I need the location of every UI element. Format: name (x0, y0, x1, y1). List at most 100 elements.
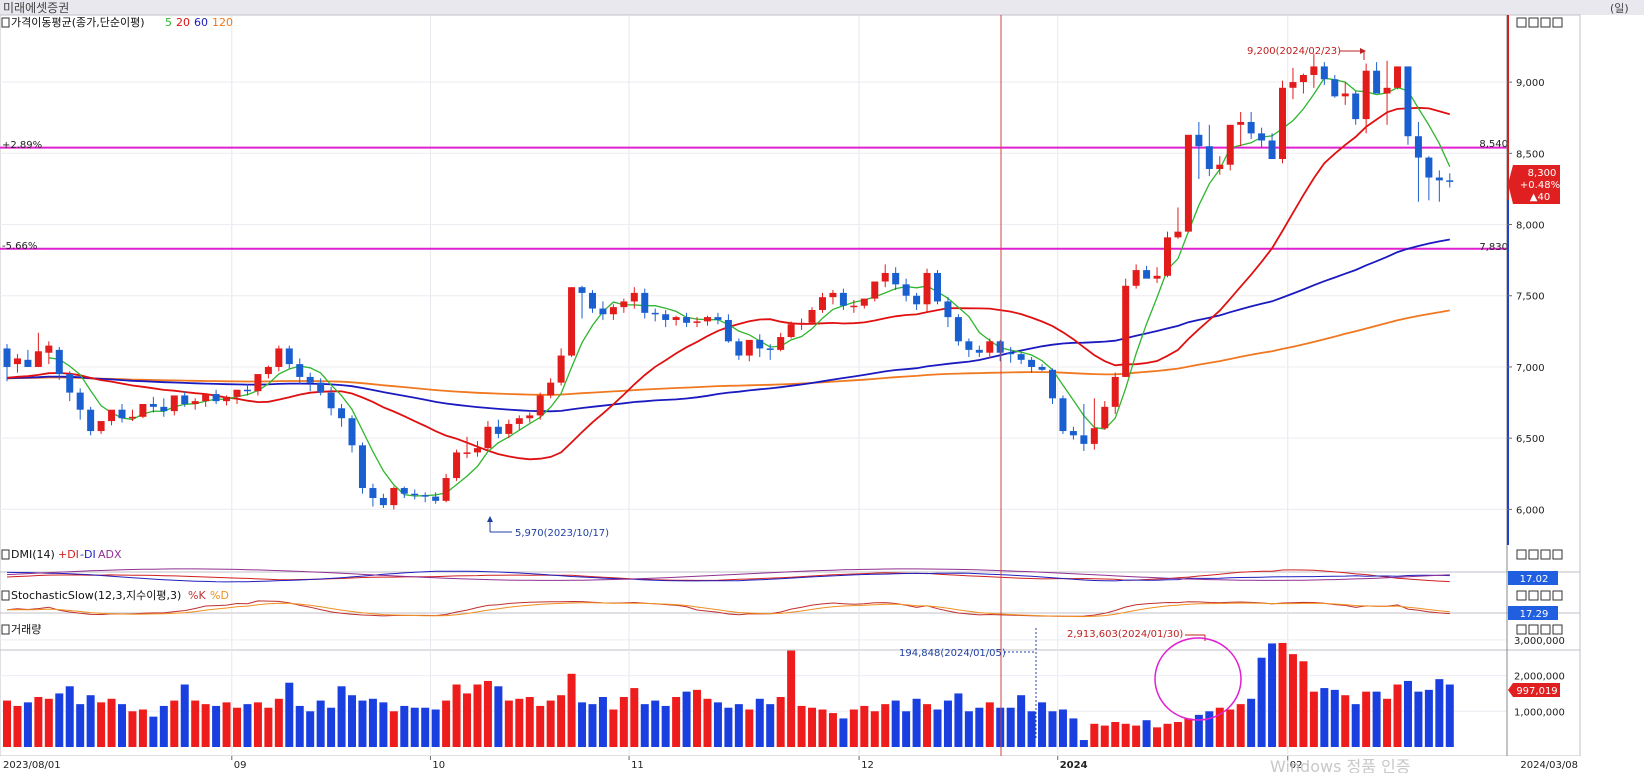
candle-body (515, 418, 523, 424)
volume-bar (3, 700, 11, 747)
candle-body (1028, 359, 1036, 367)
candle-body (76, 392, 84, 410)
candle-body (275, 348, 283, 367)
candle-body (181, 395, 189, 404)
candle-body (724, 319, 732, 342)
candle-body (808, 309, 816, 323)
candle-body (327, 392, 335, 409)
volume-bar (463, 693, 472, 747)
volume-bar (515, 698, 524, 747)
volume-bar (703, 698, 712, 747)
candle-body (1216, 164, 1224, 169)
candle-body (128, 416, 136, 419)
volume-bar (1435, 679, 1444, 747)
volume-bar (1330, 689, 1339, 747)
candle-body (1101, 406, 1109, 429)
x-month-label: 09 (234, 760, 247, 771)
low-label: 5,970(2023/10/17) (515, 528, 609, 539)
candle-body (1247, 121, 1255, 134)
volume-bar (1226, 709, 1235, 747)
candle-body (1007, 352, 1015, 355)
volume-bar (34, 697, 43, 747)
volume-bar (306, 711, 315, 747)
volume-bar (808, 707, 817, 747)
vol-max-label: 2,913,603(2024/01/30) (1067, 629, 1183, 640)
candle-body (358, 445, 366, 489)
candle-body (432, 496, 440, 501)
candle-body (233, 389, 241, 397)
volume-bar (358, 700, 367, 747)
candle-body (1414, 136, 1422, 158)
candle-body (170, 395, 178, 412)
volume-bar (954, 693, 963, 747)
candle-body (1153, 275, 1161, 279)
volume-bar (452, 684, 461, 747)
volume-bar (640, 704, 649, 747)
volume-bar (253, 702, 262, 747)
candle-body (97, 421, 105, 432)
price-tick-label: 7,500 (1516, 292, 1545, 303)
candle-body (996, 341, 1004, 353)
candle-body (693, 321, 701, 323)
volume-bar (389, 711, 398, 747)
volume-bar (44, 698, 53, 747)
volume-bar (1090, 723, 1099, 747)
volume-bar (368, 698, 377, 747)
candle-body (453, 452, 461, 479)
candle-body (494, 426, 502, 434)
volume-bar (1341, 695, 1350, 747)
candle-body (296, 364, 304, 377)
volume-bar (1006, 707, 1015, 747)
candle-body (1174, 231, 1182, 238)
volume-bar (964, 711, 973, 747)
candle-body (798, 322, 806, 325)
volume-bar (494, 686, 503, 747)
volume-bar (923, 704, 932, 747)
price-tick-label: 6,000 (1516, 505, 1545, 516)
upper-line-pct: +2.89% (2, 140, 42, 151)
candle-body (118, 409, 126, 419)
x-month-label: 2024 (1060, 760, 1088, 771)
volume-bar (212, 705, 221, 747)
volume-bar (138, 709, 147, 747)
candle-body (306, 376, 314, 383)
stock-chart: 미래에셋증권 (일) 가격이동평균(종가,단순이평) 5 20 60 120 +2.8… (0, 0, 1644, 773)
candle-body (421, 495, 429, 497)
candle-body (149, 403, 157, 407)
volume-bar (13, 705, 22, 747)
upper-line-value: 8,540 (1479, 139, 1508, 150)
volume-bar (170, 700, 179, 747)
stochastic-k: %K (188, 589, 206, 602)
candle-body (400, 488, 408, 494)
dmi-label: DMI(14) (11, 548, 55, 561)
volume-tick-label: 1,000,000 (1514, 707, 1565, 718)
candle-body (536, 395, 544, 416)
volume-bar (473, 684, 482, 747)
volume-bar (525, 697, 534, 747)
volume-bar (316, 700, 325, 747)
candle-body (505, 423, 513, 434)
volume-bar (233, 707, 242, 747)
volume-bar (828, 713, 837, 747)
x-month-label: 12 (861, 760, 874, 771)
volume-bar (1383, 698, 1392, 747)
current-change: ▲40 (1530, 192, 1550, 203)
volume-bar (1268, 643, 1277, 747)
watermark: Windows 정품 인증 (1270, 757, 1410, 773)
candle-body (1111, 376, 1119, 407)
volume-bar (65, 686, 74, 747)
volume-bar (483, 680, 492, 747)
candle-body (1362, 70, 1370, 120)
candle-body (1205, 146, 1213, 169)
candle-body (484, 426, 492, 449)
candle-body (839, 292, 847, 306)
vol-min-label: 194,848(2024/01/05) (899, 648, 1006, 659)
x-end-label: 2024/03/08 (1520, 760, 1578, 771)
volume-bar (128, 711, 137, 747)
price-tick-label: 9,000 (1516, 78, 1545, 89)
volume-bar (713, 702, 722, 747)
volume-bar (755, 698, 764, 747)
volume-bar (902, 711, 911, 747)
ma-legend: 5 20 60 120 (165, 16, 233, 29)
stochastic-d: %D (210, 589, 229, 602)
